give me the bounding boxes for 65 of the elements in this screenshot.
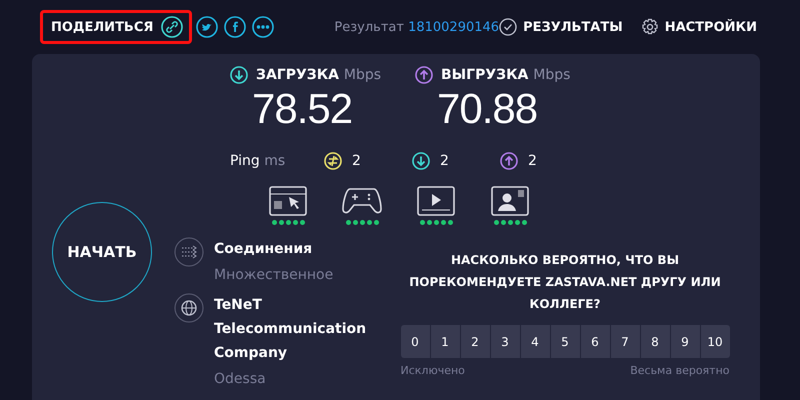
rating-dot <box>352 220 358 225</box>
rating-dot <box>508 220 512 225</box>
settings-icon <box>640 18 659 36</box>
rating-option[interactable]: 8 <box>640 325 670 358</box>
rating-dot <box>514 220 520 225</box>
result-id: Результат 18100290146 <box>334 20 500 34</box>
browser-cursor-icon <box>269 186 307 216</box>
rating-dot <box>434 220 438 225</box>
share-label: ПОДЕЛИТЬСЯ <box>51 20 154 34</box>
rating-dot <box>346 220 350 225</box>
link-icon[interactable] <box>161 16 184 38</box>
survey-question: НАСКОЛЬКО ВЕРОЯТНО, ЧТО ВЫ ПОРЕКОМЕНДУЕТЕ ZASTAVA.NET ДРУГУ ИЛИ КОЛЛЕГЕ? <box>408 252 722 313</box>
rating-dot <box>278 220 284 225</box>
ping-value: 2 <box>352 153 361 169</box>
rating-option[interactable]: 7 <box>610 325 640 358</box>
rating-dot <box>292 220 298 225</box>
speed-value: 78.52 <box>252 88 354 130</box>
rating-dot <box>300 220 304 225</box>
info-subtitle: Множественное <box>214 267 334 283</box>
rating-dot <box>360 220 364 225</box>
rating-dot <box>448 220 452 225</box>
ping-value: 2 <box>440 153 449 169</box>
rating-option[interactable]: 9 <box>670 325 700 358</box>
rating-option[interactable]: 0 <box>400 325 430 358</box>
rating-option[interactable]: 1 <box>430 325 460 358</box>
speed-label: ЗАГРУЗКА Mbps <box>256 67 382 83</box>
ping-value: 2 <box>528 153 537 169</box>
more-icon[interactable] <box>252 16 274 38</box>
globe-icon <box>174 293 204 323</box>
gamepad-icon <box>342 186 382 216</box>
rating-dot <box>494 220 498 225</box>
twitter-icon[interactable] <box>196 16 218 38</box>
rating-dot <box>440 220 446 225</box>
rating-dot <box>286 220 290 225</box>
scale-low-label: Исключено <box>400 364 465 377</box>
video-player-icon <box>417 186 455 216</box>
rating-option[interactable]: 2 <box>460 325 490 358</box>
facebook-icon[interactable] <box>224 16 246 38</box>
share-button[interactable]: ПОДЕЛИТЬСЯ <box>40 10 192 44</box>
rating-dot <box>500 220 506 225</box>
info-subtitle: Odessa <box>214 371 267 387</box>
video-call-icon <box>491 186 529 216</box>
rating-dot <box>426 220 432 225</box>
rating-dot <box>366 220 372 225</box>
rating-option[interactable]: 5 <box>550 325 580 358</box>
rating-option[interactable]: 4 <box>520 325 550 358</box>
rating-option[interactable]: 10 <box>700 325 730 358</box>
results-button[interactable]: РЕЗУЛЬТАТЫ <box>499 18 623 36</box>
connections-icon <box>174 237 204 267</box>
start-button[interactable]: НАЧАТЬ <box>52 202 152 302</box>
info-title: TeNeT Telecommunication Company <box>214 296 364 363</box>
ping-label: Ping ms <box>230 153 286 169</box>
ping-icon <box>324 152 342 170</box>
rating-dot <box>522 220 526 225</box>
check-circle-icon <box>499 18 518 36</box>
scale-high-label: Весьма вероятно <box>630 364 730 377</box>
speed-value: 70.88 <box>437 88 538 130</box>
rating-dot <box>272 220 276 225</box>
rating-dot <box>374 220 378 225</box>
speed-label: ВЫГРУЗКА Mbps <box>441 67 570 83</box>
settings-button[interactable]: НАСТРОЙКИ <box>640 18 758 36</box>
rating-option[interactable]: 6 <box>580 325 610 358</box>
rating-dot <box>420 220 424 225</box>
info-title: Соединения <box>214 240 314 259</box>
rating-option[interactable]: 3 <box>490 325 520 358</box>
